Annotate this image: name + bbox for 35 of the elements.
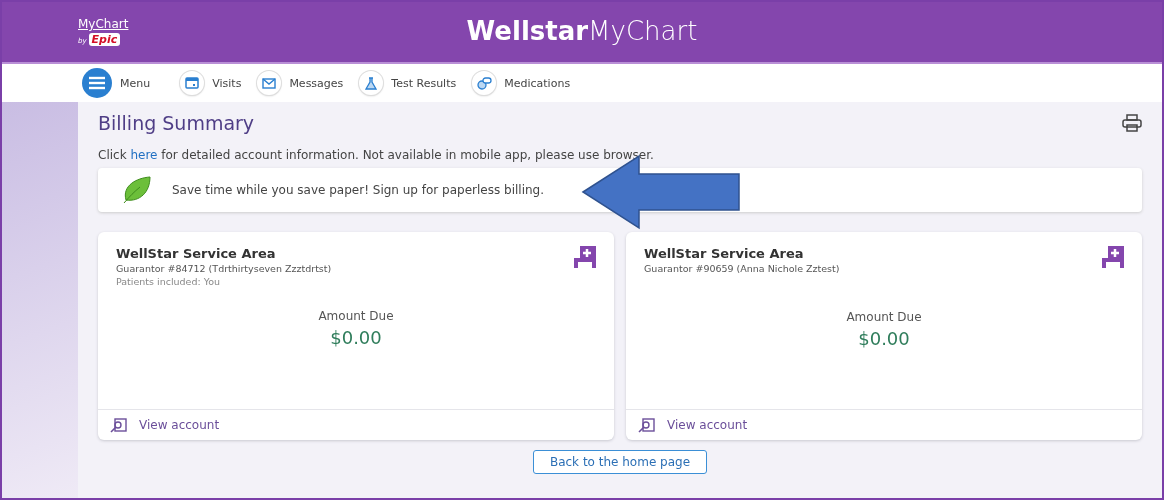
hospital-icon bbox=[1102, 246, 1124, 268]
magnifier-icon bbox=[638, 417, 655, 433]
amount-due-label: Amount Due bbox=[317, 309, 395, 323]
calendar-icon bbox=[185, 77, 200, 89]
menu-icon bbox=[89, 76, 105, 90]
pills-icon bbox=[476, 76, 492, 90]
info-text: Click here for detailed account information. Not available in mobile app, please use browser. bbox=[98, 148, 655, 162]
nav-link[interactable]: Visits bbox=[180, 71, 242, 95]
here-link[interactable]: here bbox=[130, 148, 158, 162]
back-home-button[interactable]: Back to the home page bbox=[532, 450, 708, 474]
flask-icon bbox=[365, 76, 378, 90]
envelope-icon bbox=[262, 77, 277, 89]
nav-link[interactable]: Menu bbox=[82, 68, 151, 98]
nav-link[interactable]: Medications bbox=[472, 71, 571, 95]
account-name: WellStar Service Area bbox=[644, 246, 805, 261]
amount-due-value: $0.00 bbox=[329, 327, 383, 348]
logo-text: MyChart bbox=[78, 18, 129, 30]
nav-link[interactable]: Messages bbox=[257, 71, 344, 95]
site-logo: WellstarMyChart bbox=[466, 16, 698, 46]
patients-text: Patients included: You bbox=[116, 276, 222, 287]
printer-icon[interactable] bbox=[1122, 114, 1142, 132]
account-name: WellStar Service Area bbox=[116, 246, 277, 261]
leaf-icon bbox=[122, 176, 152, 204]
magnifier-icon bbox=[110, 417, 127, 433]
banner-text: Save time while you save paper! Sign up for paperless billing. bbox=[172, 183, 545, 197]
hospital-icon bbox=[574, 246, 596, 268]
amount-due-label: Amount Due bbox=[845, 310, 923, 324]
page-title: Billing Summary bbox=[98, 112, 255, 134]
logo-brand-text: Epic bbox=[88, 33, 121, 46]
view-account-link[interactable]: View account bbox=[98, 409, 614, 440]
guarantor-text: Guarantor #90659 (Anna Nichole Zztest) bbox=[644, 263, 840, 274]
guarantor-text: Guarantor #84712 (Tdrthirtyseven Zzztdrtst) bbox=[116, 263, 332, 274]
amount-due-value: $0.00 bbox=[857, 328, 911, 349]
nav-link[interactable]: Test Results bbox=[359, 71, 457, 95]
view-account-link[interactable]: View account bbox=[626, 409, 1142, 440]
